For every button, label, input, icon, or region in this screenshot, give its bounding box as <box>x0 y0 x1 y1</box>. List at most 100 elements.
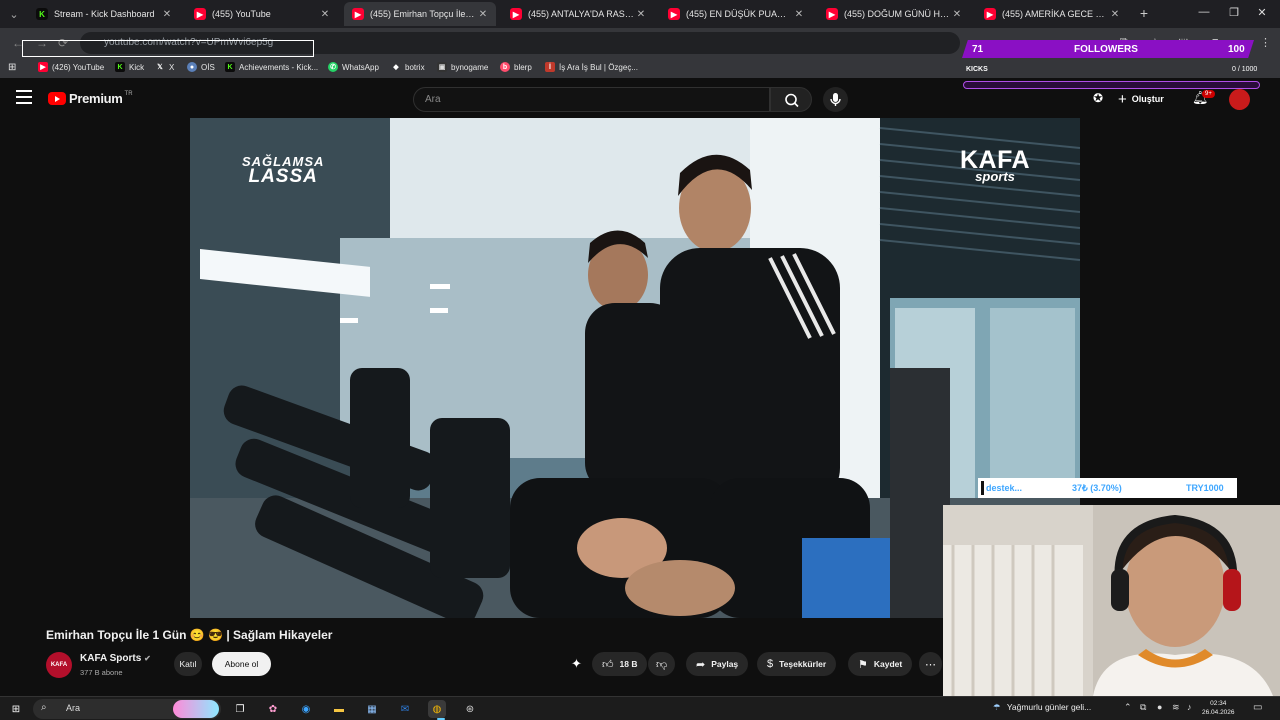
menu-icon[interactable] <box>16 90 32 104</box>
channel-avatar[interactable]: KAFA <box>46 652 72 678</box>
bookmark-whatsapp[interactable]: ✆ WhatsApp <box>328 62 379 72</box>
system-clock[interactable]: 02:34 26.04.2026 <box>1202 699 1235 717</box>
search-input[interactable]: Ara <box>413 87 770 112</box>
kicks-progress-bar <box>963 81 1260 89</box>
youtube-icon: ▶ <box>510 8 522 20</box>
sponsor-logo: SAĞLAMSA LASSA <box>242 154 324 188</box>
close-icon[interactable]: ✕ <box>950 9 964 20</box>
bookmark-bynogame[interactable]: ▣ bynogame <box>437 62 488 72</box>
close-icon[interactable]: ✕ <box>160 9 174 20</box>
donation-label: destek... <box>986 483 1023 493</box>
bookmark-ois[interactable]: ● OİS <box>187 62 215 72</box>
bookmark-botrix[interactable]: ◆ botrix <box>391 62 425 72</box>
like-button[interactable]: 👍︎ 18 B <box>592 652 648 676</box>
channel-name[interactable]: KAFA Sports ✔ <box>80 653 151 664</box>
bookmark-label: Kick <box>129 62 145 72</box>
followers-goal-overlay: 71 FOLLOWERS 100 <box>962 40 1254 58</box>
bookmark-jobs[interactable]: İ İş Ara İş Bul | Özgeç... <box>545 62 638 72</box>
new-tab-plus-icon[interactable]: + <box>1136 5 1152 21</box>
save-label: Kaydet <box>873 659 903 669</box>
close-icon[interactable]: ✕ <box>1108 9 1122 20</box>
browser-menu-icon[interactable]: ⋮ <box>1260 36 1271 49</box>
save-button[interactable]: ⚑ Kaydet <box>848 652 913 676</box>
copilot-icon[interactable]: ✿ <box>264 700 282 718</box>
restore-icon[interactable]: ❐ <box>1224 6 1244 19</box>
search-button[interactable] <box>770 87 812 112</box>
avatar[interactable] <box>1229 89 1250 110</box>
tab-label: (455) EN DÜŞÜK PUANLI YURT <box>686 9 792 19</box>
channel-avatar-text: KAFA <box>50 662 68 668</box>
tab-label: (455) ANTALYA'DA RASTGELE M <box>528 9 634 19</box>
microphone-tray-icon[interactable]: ● <box>1157 702 1162 712</box>
mail-icon[interactable]: ✉ <box>396 700 414 718</box>
dislike-button[interactable]: 👎︎ <box>648 652 676 676</box>
bookmark-achievements[interactable]: K Achievements - Kick... <box>225 62 318 72</box>
youtube-icon: ▶ <box>38 62 48 72</box>
followers-label: FOLLOWERS <box>1074 43 1138 55</box>
minimize-icon[interactable]: — <box>1194 6 1214 18</box>
thumbs-down-icon: 👎︎ <box>656 658 668 671</box>
tray-chevron-icon[interactable]: ⌃ <box>1124 702 1132 713</box>
tab-kick-dashboard[interactable]: K Stream - Kick Dashboard ✕ <box>28 2 180 26</box>
video-title: Emirhan Topçu İle 1 Gün 😊 😎 | Sağlam Hik… <box>46 628 333 642</box>
create-button[interactable]: + Oluştur <box>1118 88 1164 110</box>
tab-video-5[interactable]: ▶ (455) EN DÜŞÜK PUANLI YURT ✕ <box>660 2 812 26</box>
thanks-label: Teşekkürler <box>779 659 827 669</box>
cast-icon[interactable]: ✪ <box>1093 91 1103 105</box>
weather-widget[interactable]: ☂ Yağmurlu günler geli... <box>993 702 1091 713</box>
youtube-premium-logo[interactable]: Premium TR <box>48 91 133 106</box>
tab-label: (455) AMERİKA GECE KIYINTIS <box>1002 9 1108 19</box>
donation-progress: 37₺ (3.70%) <box>1072 482 1122 493</box>
youtube-icon: ▶ <box>194 8 206 20</box>
bookmark-label: Achievements - Kick... <box>239 62 319 72</box>
window-close-icon[interactable]: ✕ <box>1252 6 1272 19</box>
volume-icon[interactable]: ♪ <box>1187 702 1192 712</box>
join-button[interactable]: Katıl <box>174 652 202 676</box>
subscribe-button[interactable]: Abone ol <box>212 652 271 676</box>
network-icon[interactable]: ⧉ <box>1140 702 1146 713</box>
obs-icon[interactable]: ⊛ <box>461 700 479 718</box>
thanks-button[interactable]: $ Teşekkürler <box>757 652 837 676</box>
blerp-icon: b <box>500 62 510 72</box>
task-view-icon[interactable]: ❐ <box>231 700 249 718</box>
channel-watermark-logo: KAFA sports <box>960 146 1030 184</box>
create-label: Oluştur <box>1131 94 1164 104</box>
bookmark-youtube[interactable]: ▶ (426) YouTube <box>38 62 104 72</box>
share-button[interactable]: ➦ Paylaş <box>686 652 749 676</box>
gift-sparkle-icon[interactable]: ✦ <box>571 656 582 672</box>
wifi-icon[interactable]: ≋ <box>1172 702 1180 713</box>
bookmark-kick[interactable]: K Kick <box>115 62 144 72</box>
bookmark-label: X <box>169 62 175 72</box>
stream-overlay-frame <box>22 40 314 57</box>
close-icon[interactable]: ✕ <box>476 9 490 20</box>
bookmark-blerp[interactable]: b blerp <box>500 62 532 72</box>
tab-video-7[interactable]: ▶ (455) AMERİKA GECE KIYINTIS ✕ <box>976 2 1128 26</box>
windows-start-icon[interactable]: ⊞ <box>7 700 25 718</box>
webcam-overlay <box>943 505 1280 696</box>
close-icon[interactable]: ✕ <box>634 9 648 20</box>
followers-count: 71 <box>972 43 984 55</box>
close-icon[interactable]: ✕ <box>792 9 806 20</box>
apps-grid-icon[interactable]: ⊞ <box>8 62 16 73</box>
voice-search-button[interactable] <box>823 87 848 112</box>
tab-youtube-home[interactable]: ▶ (455) YouTube ✕ <box>186 2 338 26</box>
chrome-icon[interactable]: ◍ <box>428 700 446 718</box>
more-actions-button[interactable]: ⋯ <box>919 652 942 676</box>
notifications-tray-icon[interactable]: ▭ <box>1253 702 1262 713</box>
bookmark-x[interactable]: 𝕏X <box>155 62 174 72</box>
tab-video-6[interactable]: ▶ (455) DOĞUM GÜNÜ HEDİYELE ✕ <box>818 2 970 26</box>
tab-active-video[interactable]: ▶ (455) Emirhan Topçu İle 1 Gün ✕ <box>344 2 496 26</box>
edge-icon[interactable]: ◉ <box>297 700 315 718</box>
store-icon[interactable]: ▦ <box>363 700 381 718</box>
taskbar-search-input[interactable]: ⌕ Ara <box>33 699 221 719</box>
file-explorer-icon[interactable]: ▬ <box>330 700 348 718</box>
tab-label: (455) DOĞUM GÜNÜ HEDİYELE <box>844 9 950 19</box>
close-icon[interactable]: ✕ <box>318 9 332 20</box>
x-icon: 𝕏 <box>157 64 163 71</box>
plus-icon: + <box>1118 90 1127 108</box>
search-icon <box>785 93 799 108</box>
bookmark-label: botrix <box>405 62 425 72</box>
tab-search-icon[interactable]: ⌄ <box>4 4 24 24</box>
tab-video-4[interactable]: ▶ (455) ANTALYA'DA RASTGELE M ✕ <box>502 2 654 26</box>
like-count: 18 B <box>619 659 638 669</box>
